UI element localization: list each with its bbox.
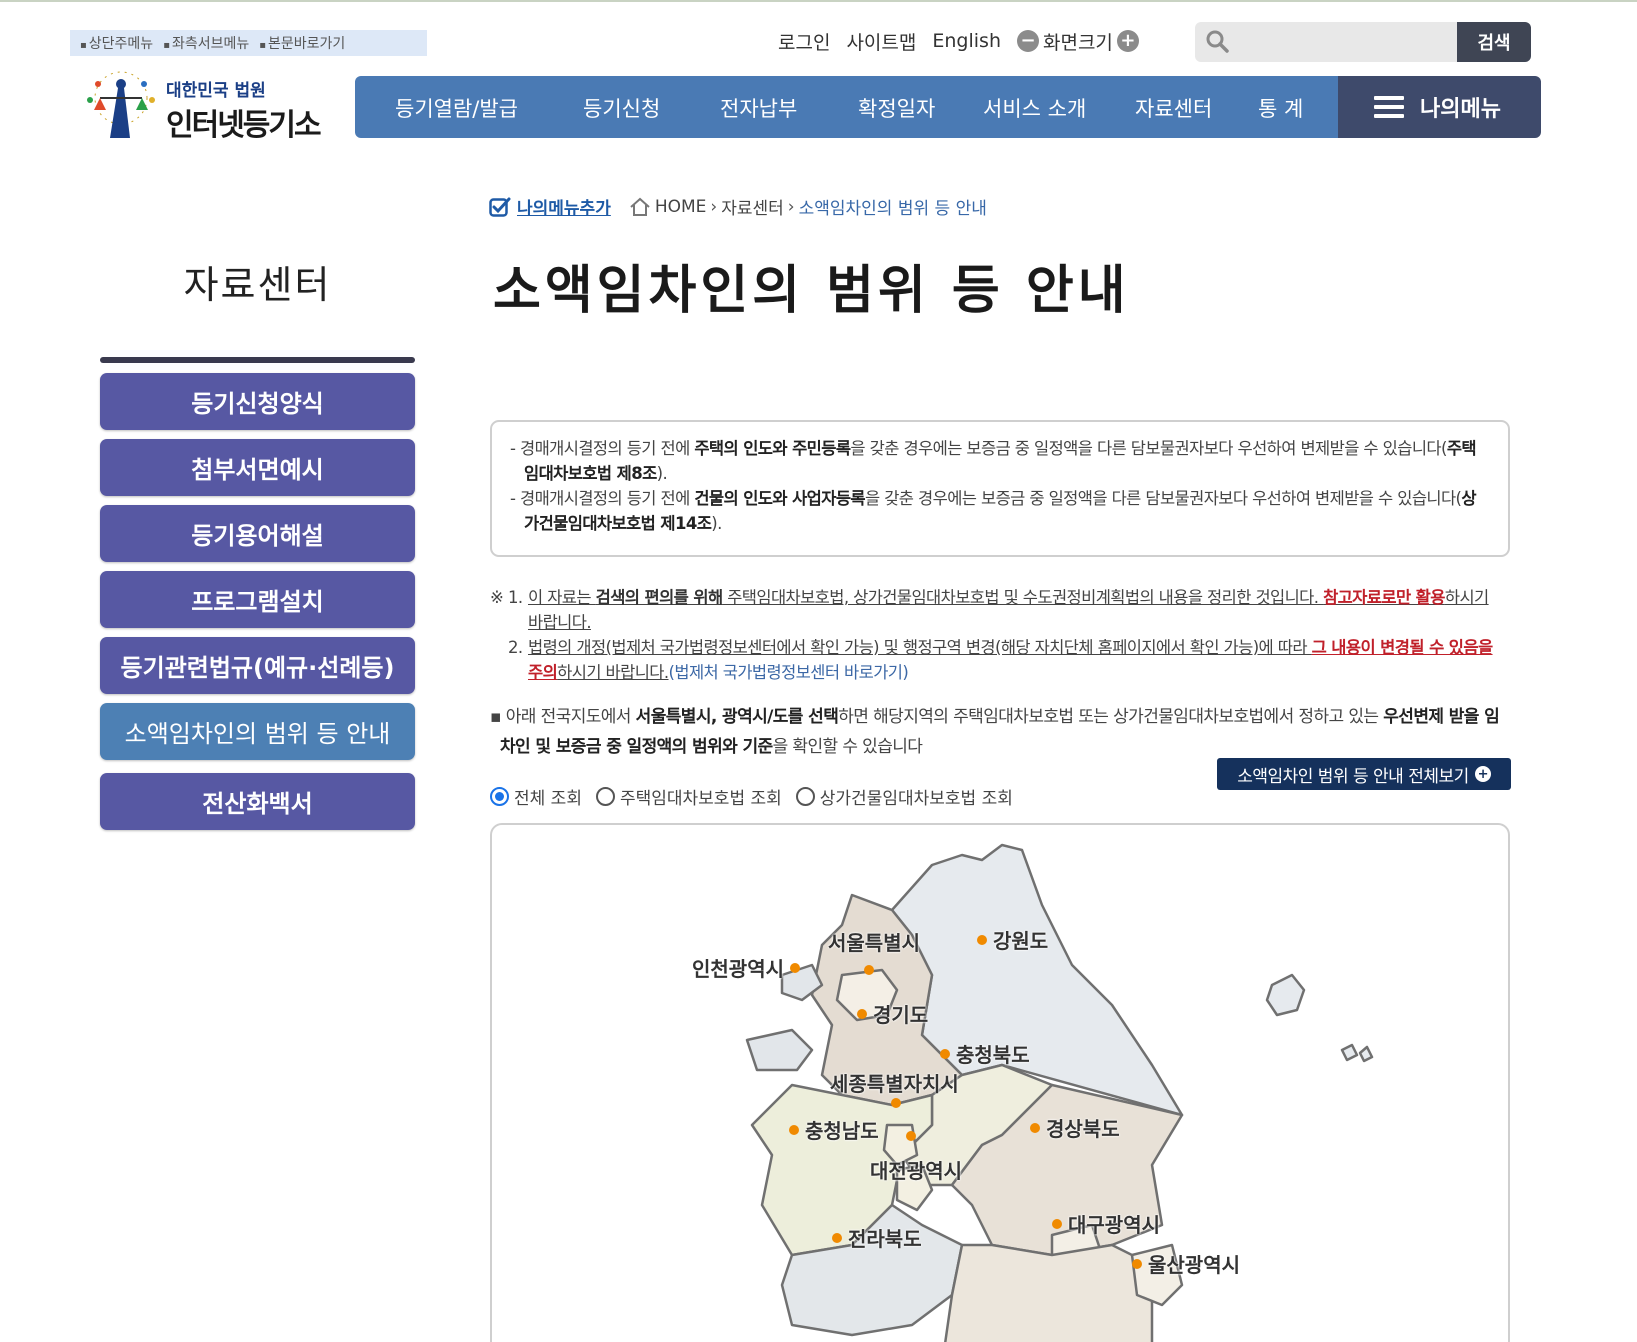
map-marker-seoul[interactable]	[864, 965, 874, 975]
zoom-out-icon[interactable]: −	[1016, 30, 1039, 52]
law-center-link[interactable]: (법제처 국가법령정보센터 바로가기)	[669, 663, 909, 682]
filter-radios: 전체 조회 주택임대차보호법 조회 상가건물임대차보호법 조회	[490, 784, 1027, 809]
breadcrumb-separator-icon: ›	[787, 196, 795, 217]
map-label-seoul[interactable]: 서울특별시	[828, 927, 920, 956]
zoom-control: − 화면크기 +	[1016, 28, 1139, 55]
notice-housing: - 경매개시결정의 등기 전에 주택의 인도와 주민등록을 갖춘 경우에는 보증…	[510, 439, 1477, 483]
util-menu: 로그인 사이트맵 English − 화면크기 +	[778, 26, 1139, 56]
warning-notes: ※ 1. 이 자료는 검색의 편의를 위해 주택임대차보호법, 상가건물임대차보…	[490, 585, 1500, 685]
korea-map: 서울특별시 인천광역시 강원도 경기도 충청북도 세종특별자치시 충청남도 경상…	[490, 823, 1510, 1342]
map-label-chungbuk[interactable]: 충청북도	[940, 1039, 1030, 1068]
breadcrumb-separator-icon: ›	[710, 196, 718, 217]
zoom-label: 화면크기	[1042, 31, 1113, 54]
sidebar-item-forms[interactable]: 등기신청양식	[100, 373, 415, 430]
map-region-ulleungdo[interactable]	[1265, 973, 1306, 1017]
nav-item-registry-apply[interactable]: 등기신청	[583, 93, 660, 123]
logo-line1: 대한민국 법원	[166, 81, 266, 101]
search-box	[1195, 22, 1457, 62]
map-label-daegu[interactable]: 대구광역시	[1052, 1209, 1160, 1238]
nav-item-registry-view[interactable]: 등기열람/발급	[395, 93, 518, 123]
breadcrumb: 나의메뉴추가 HOME › 자료센터 › 소액임차인의 범위 등 안내	[489, 194, 987, 219]
plus-circle-icon: +	[1474, 766, 1491, 782]
map-region-gyeongnam[interactable]	[942, 1243, 1154, 1342]
map-region-incheon-island	[745, 1028, 814, 1072]
nav-item-e-payment[interactable]: 전자납부	[720, 93, 797, 123]
map-label-chungnam[interactable]: 충청남도	[789, 1115, 879, 1144]
warning-2: 2. 법령의 개정(법제처 국가법령정보센터에서 확인 가능) 및 행정구역 변…	[508, 638, 1493, 682]
sidebar-item-glossary[interactable]: 등기용어해설	[100, 505, 415, 562]
search-input[interactable]	[1231, 22, 1457, 62]
main-nav: 등기열람/발급 등기신청 전자납부 확정일자 서비스 소개 자료센터 통 계	[355, 76, 1340, 138]
korea-map-shape	[745, 843, 1374, 1342]
map-description: ▪ 아래 전국지도에서 서울특별시, 광역시/도를 선택하면 해당지역의 주택임…	[490, 707, 1500, 757]
breadcrumb-level1[interactable]: 자료센터	[721, 194, 784, 219]
sidebar-item-program-install[interactable]: 프로그램설치	[100, 571, 415, 628]
radio-all[interactable]: 전체 조회	[490, 784, 582, 809]
skip-links: 상단주메뉴 좌측서브메뉴 본문바로가기	[70, 30, 427, 56]
view-all-button[interactable]: 소액임차인 범위 등 안내 전체보기 +	[1217, 758, 1511, 790]
sidebar-item-small-tenant[interactable]: 소액임차인의 범위 등 안내	[100, 703, 415, 760]
nav-item-service-intro[interactable]: 서비스 소개	[983, 93, 1086, 123]
radio-commercial[interactable]: 상가건물임대차보호법 조회	[795, 784, 1013, 809]
logo-line2: 인터넷등기소	[166, 108, 322, 143]
add-my-menu-link[interactable]: 나의메뉴추가	[517, 194, 611, 219]
map-marker-daejeon[interactable]	[906, 1131, 916, 1141]
skip-link-side-menu[interactable]: 좌측서브메뉴	[163, 33, 249, 53]
sitemap-link[interactable]: 사이트맵	[846, 28, 916, 55]
top-border	[0, 0, 1637, 2]
sidebar-divider	[100, 357, 415, 363]
map-marker-sejong[interactable]	[891, 1098, 901, 1108]
my-menu-label: 나의메뉴	[1420, 97, 1501, 122]
court-emblem-icon	[87, 71, 155, 138]
nav-item-fixed-date[interactable]: 확정일자	[858, 93, 935, 123]
english-link[interactable]: English	[932, 30, 1001, 52]
sidebar-item-attachment-examples[interactable]: 첨부서면예시	[100, 439, 415, 496]
map-label-gyeongbuk[interactable]: 경상북도	[1030, 1113, 1120, 1142]
sidebar-item-regulations[interactable]: 등기관련법규(예규·선례등)	[100, 637, 415, 694]
skip-link-content[interactable]: 본문바로가기	[259, 33, 345, 53]
breadcrumb-current: 소액임차인의 범위 등 안내	[798, 199, 987, 219]
map-region-dokdo-2	[1358, 1045, 1374, 1063]
page-title: 소액임차인의 범위 등 안내	[493, 261, 1130, 321]
map-label-gangwon[interactable]: 강원도	[977, 925, 1048, 954]
skip-link-top-menu[interactable]: 상단주메뉴	[80, 33, 153, 53]
menu-icon	[1374, 96, 1404, 118]
login-link[interactable]: 로그인	[778, 28, 830, 55]
notice-commercial: - 경매개시결정의 등기 전에 건물의 인도와 사업자등록을 갖춘 경우에는 보…	[510, 489, 1477, 533]
nav-item-data-center[interactable]: 자료센터	[1135, 93, 1212, 123]
search-button[interactable]: 검색	[1457, 22, 1531, 62]
map-label-ulsan[interactable]: 울산광역시	[1132, 1249, 1240, 1278]
map-label-jeonbuk[interactable]: 전라북도	[832, 1223, 922, 1252]
notice-box: - 경매개시결정의 등기 전에 주택의 인도와 주민등록을 갖춘 경우에는 보증…	[490, 420, 1510, 557]
site-logo[interactable]: 대한민국 법원 인터넷등기소	[80, 66, 340, 143]
warning-1: ※ 1. 이 자료는 검색의 편의를 위해 주택임대차보호법, 상가건물임대차보…	[490, 588, 1489, 632]
zoom-in-icon[interactable]: +	[1116, 30, 1139, 52]
home-icon	[630, 197, 650, 216]
search-bar: 검색	[1195, 22, 1531, 62]
map-label-gyeonggi[interactable]: 경기도	[857, 999, 928, 1028]
search-icon	[1206, 30, 1229, 53]
breadcrumb-home[interactable]: HOME	[655, 197, 707, 217]
map-label-sejong[interactable]: 세종특별자치시	[830, 1068, 959, 1097]
sidebar-item-whitepaper[interactable]: 전산화백서	[100, 773, 415, 830]
radio-housing[interactable]: 주택임대차보호법 조회	[595, 784, 782, 809]
sidebar-title: 자료센터	[183, 263, 332, 307]
checkbox-icon	[489, 197, 511, 217]
map-label-daejeon[interactable]: 대전광역시	[870, 1155, 962, 1184]
nav-item-statistics[interactable]: 통 계	[1258, 93, 1303, 123]
my-menu-button[interactable]: 나의메뉴	[1338, 76, 1541, 138]
map-label-incheon[interactable]: 인천광역시	[692, 953, 800, 982]
map-region-dokdo	[1340, 1043, 1359, 1062]
